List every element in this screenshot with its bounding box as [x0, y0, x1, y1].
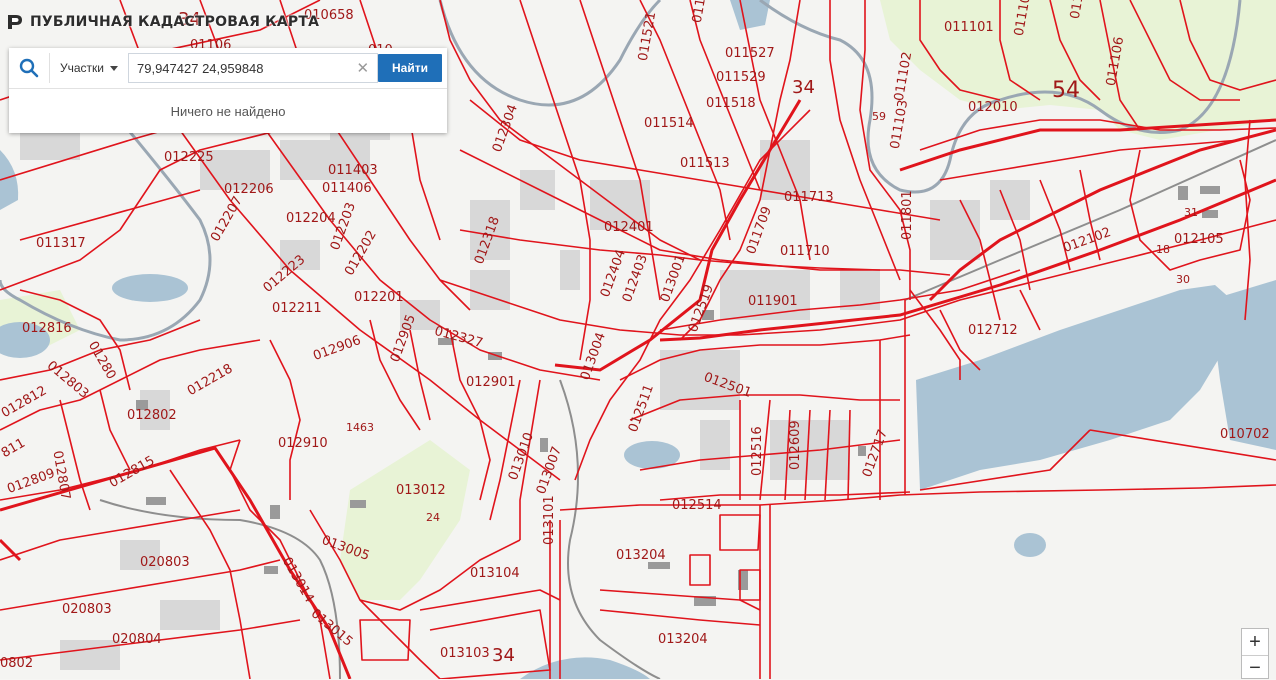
search-icon[interactable] — [9, 48, 49, 88]
parcel-label: 1463 — [346, 421, 374, 434]
parcel-label: 012712 — [968, 323, 1018, 338]
parcel-label: 013012 — [396, 483, 446, 498]
parcel-label: 34 — [492, 645, 515, 666]
search-result-message: Ничего не найдено — [170, 103, 286, 119]
zoom-control: + − — [1241, 628, 1269, 679]
parcel-label: 010702 — [1220, 427, 1270, 442]
parcel-label: 30 — [1176, 273, 1190, 286]
parcel-label: 012816 — [22, 321, 72, 336]
parcel-label: 013204 — [616, 548, 666, 563]
parcel-label: 012910 — [278, 436, 328, 451]
parcel-label: 011801 — [900, 190, 915, 240]
parcel-label: 0802 — [0, 656, 33, 671]
parcel-label: 012901 — [466, 375, 516, 390]
parcel-label: 011518 — [706, 96, 756, 111]
parcel-label: 011527 — [725, 46, 775, 61]
clear-icon[interactable]: ✕ — [356, 59, 369, 77]
parcel-label: 011710 — [780, 244, 830, 259]
parcel-label: 013101 — [542, 495, 557, 545]
parcel-label: 011529 — [716, 70, 766, 85]
parcel-label: 59 — [872, 110, 886, 123]
zoom-out-button[interactable]: − — [1242, 656, 1268, 680]
parcel-label: 020803 — [62, 602, 112, 617]
parcel-label: 013103 — [440, 646, 490, 661]
parcel-label: 012609 — [788, 420, 803, 470]
parcel-label: 011513 — [680, 156, 730, 171]
parcel-label: 012401 — [604, 220, 654, 235]
parcel-label: 020804 — [112, 632, 162, 647]
parcel-label: 34 — [792, 77, 815, 98]
parcel-label: 011406 — [322, 181, 372, 196]
search-type-label: Участки — [60, 61, 104, 75]
parcel-label: 012201 — [354, 290, 404, 305]
chevron-down-icon — [110, 65, 118, 71]
zoom-in-button[interactable]: + — [1242, 629, 1268, 656]
parcel-label: 012010 — [968, 100, 1018, 115]
parcel-label: 18 — [1156, 243, 1170, 256]
search-row: Участки 79,947427 24,959848 ✕ Найти — [9, 48, 447, 89]
parcel-label: 012516 — [750, 426, 765, 476]
parcel-label: 011101 — [944, 20, 994, 35]
search-input[interactable]: 79,947427 24,959848 ✕ — [128, 53, 379, 83]
search-type-dropdown[interactable]: Участки — [49, 53, 126, 83]
parcel-label: 011317 — [36, 236, 86, 251]
parcel-label: 24 — [426, 511, 440, 524]
map-logo-icon — [8, 15, 22, 29]
parcel-label: 012204 — [286, 211, 336, 226]
parcel-label: 012225 — [164, 150, 214, 165]
parcel-label: 020803 — [140, 555, 190, 570]
parcel-label: 54 — [1052, 78, 1080, 103]
parcel-label: 011901 — [748, 294, 798, 309]
parcel-label: 013104 — [470, 566, 520, 581]
app-header: ПУБЛИЧНАЯ КАДАСТРОВАЯ КАРТА — [0, 0, 456, 44]
parcel-label: 011514 — [644, 116, 694, 131]
parcel-label: 31 — [1184, 206, 1198, 219]
parcel-label: 011713 — [784, 190, 834, 205]
parcel-label: 013204 — [658, 632, 708, 647]
search-panel: Участки 79,947427 24,959848 ✕ Найти Ниче… — [9, 48, 447, 133]
parcel-label: 012802 — [127, 408, 177, 423]
parcel-label: 012514 — [672, 498, 722, 513]
parcel-label: 012211 — [272, 301, 322, 316]
find-button[interactable]: Найти — [378, 54, 442, 82]
parcel-label: 012105 — [1174, 232, 1224, 247]
search-query-text: 79,947427 24,959848 — [137, 60, 264, 76]
app-title: ПУБЛИЧНАЯ КАДАСТРОВАЯ КАРТА — [30, 14, 320, 30]
parcel-label: 011403 — [328, 163, 378, 178]
